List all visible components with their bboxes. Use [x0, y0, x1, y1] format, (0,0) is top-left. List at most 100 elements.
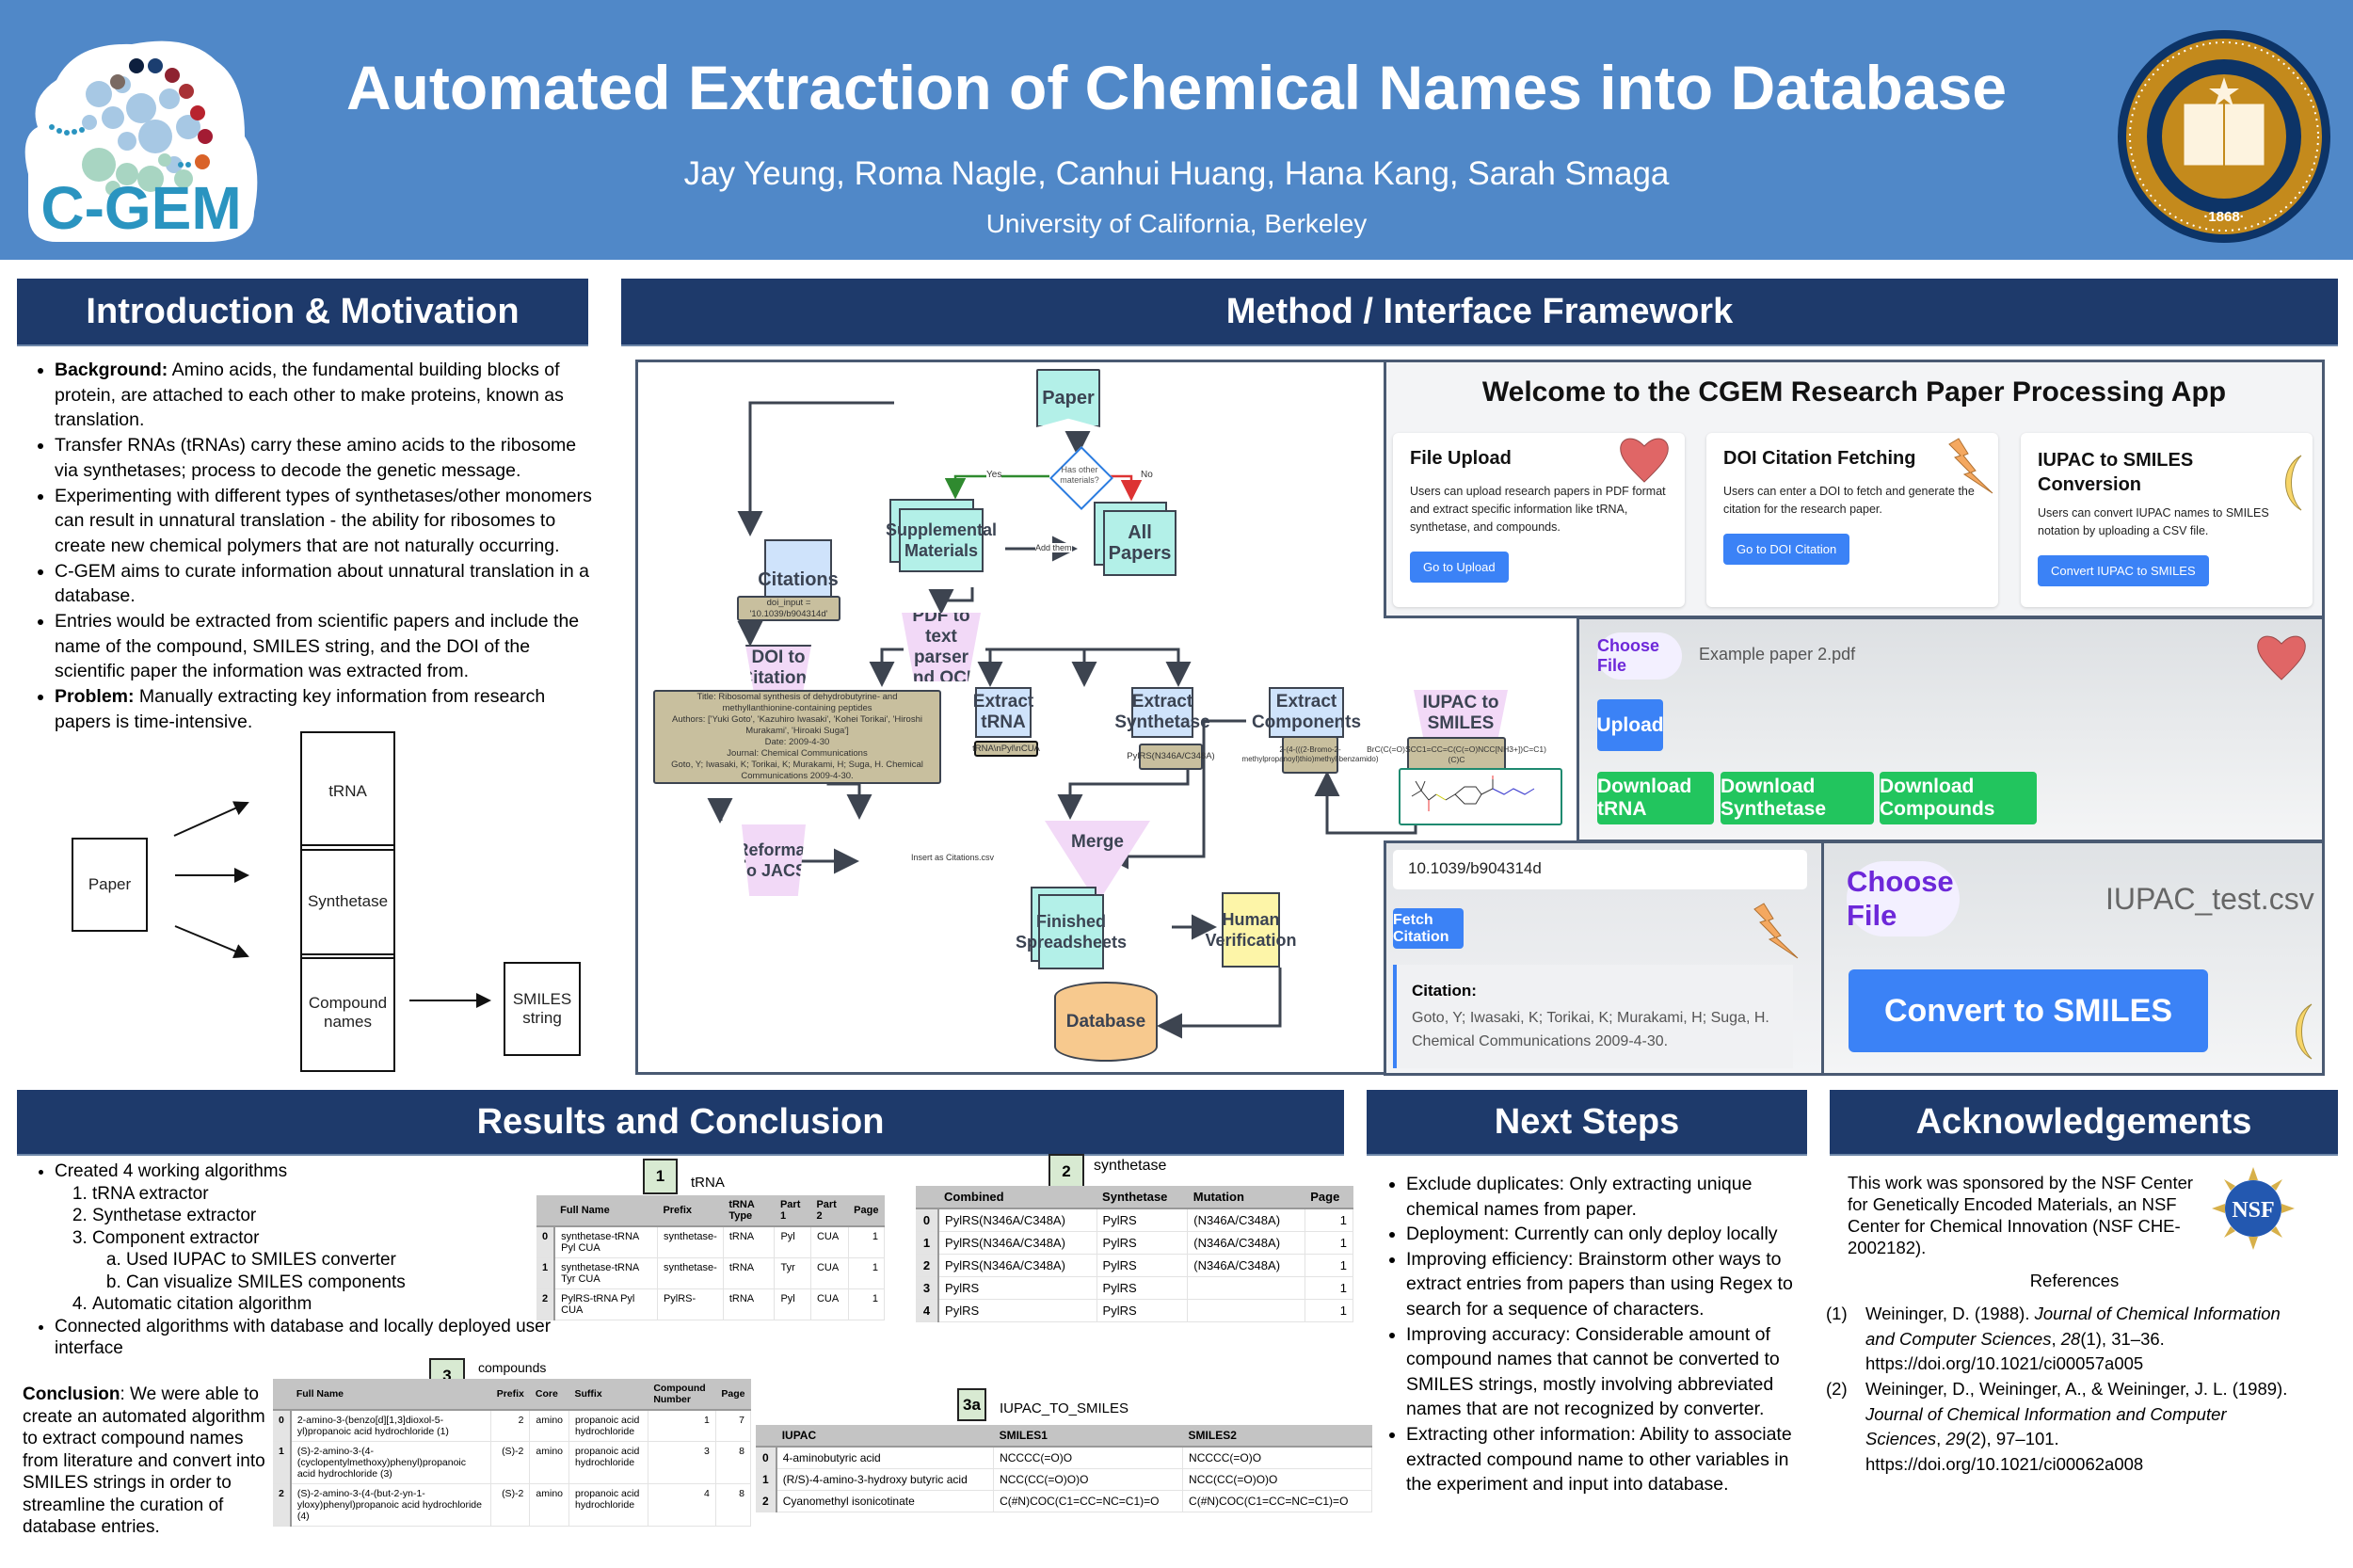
table-cell: (S)-2-amino-3-(4-(but-2-yn-1-yloxy)pheny…	[290, 1483, 492, 1527]
upload-button[interactable]: Upload	[1596, 699, 1664, 751]
reference-2: (2) Weininger, D., Weininger, A., & Wein…	[1826, 1379, 2288, 1474]
table-title-synthetase: synthetase	[1094, 1158, 1167, 1174]
table-row: 0 2-amino-3-(benzo[d][1,3]dioxol-5-yl)pro…	[273, 1410, 752, 1442]
table-cell: Pyl	[774, 1226, 811, 1258]
table-row: 4 PylRS PylRS 1	[916, 1299, 1354, 1322]
trna-output-box: tRNA\nPyl\nCUA	[972, 741, 1040, 757]
selected-csv-name: IUPAC_test.csv	[2105, 882, 2314, 916]
column-header: Page	[715, 1379, 751, 1411]
card-title: IUPAC to SMILES Conversion	[2038, 450, 2194, 495]
button-label: Choose File	[1847, 865, 1954, 932]
button-label: Convert to SMILES	[1883, 992, 2173, 1029]
tag-label: 2	[1062, 1162, 1071, 1180]
algorithm-item: Synthetase extractor	[92, 1205, 553, 1227]
row-index: 0	[756, 1447, 777, 1469]
node-human-verification: Human Verification	[1205, 892, 1297, 968]
table-cell: PylRS	[1096, 1254, 1189, 1277]
go-to-doi-citation-button[interactable]: Go to DOI Citation	[1723, 534, 1850, 565]
results-heading-text: Results and Conclusion	[476, 1101, 885, 1142]
table-cell: 1	[1305, 1299, 1354, 1322]
node-label: Extract Components	[1251, 692, 1362, 732]
table-cell: 7	[715, 1410, 752, 1442]
column-header	[916, 1186, 939, 1209]
doi-input[interactable]: 10.1039/b904314d	[1393, 850, 1807, 889]
card-doi-citation: DOI Citation Fetching Users can enter a …	[1706, 433, 1998, 607]
column-header: SMILES2	[1182, 1425, 1372, 1448]
table-cell: PylRS(N346A/C348A)	[938, 1208, 1097, 1232]
table-cell: PylRS	[938, 1299, 1097, 1322]
results-bullet: Created 4 working algorithms tRNA extrac…	[55, 1160, 553, 1316]
fetch-citation-button[interactable]: Fetch Citation	[1393, 908, 1464, 949]
table-cell: CUA	[810, 1288, 849, 1320]
convert-iupac-button[interactable]: Convert IUPAC to SMILES	[2038, 555, 2209, 586]
card-iupac-smiles: IUPAC to SMILES Conversion Users can con…	[2021, 433, 2313, 607]
table-cell: (S)-2-amino-3-(4-(cyclopentylmethoxy)phe…	[290, 1441, 492, 1484]
reference-number: (2)	[1826, 1379, 1848, 1399]
conclusion-body: : We were able to create an automated al…	[23, 1384, 265, 1537]
node-all-papers: All Papers	[1103, 510, 1176, 576]
button-label: Download Compounds	[1880, 776, 1995, 820]
table-row: 1 synthetase-tRNA Tyr CUA synthetase-tRNA T…	[536, 1257, 886, 1289]
table-cell: 1	[1305, 1254, 1354, 1277]
table-cell: NCCCC(=O)O	[993, 1447, 1184, 1469]
reference-pages: (1), 31–36.	[2080, 1328, 2165, 1349]
table-cell: PylRS	[1096, 1231, 1189, 1255]
table-tag-2: 2	[1048, 1154, 1084, 1190]
reference-doi-link[interactable]: https://doi.org/10.1021/ci00062a008	[1865, 1454, 2143, 1474]
table-cell: synthetase-	[657, 1257, 724, 1289]
row-index: 2	[756, 1490, 777, 1512]
column-header: SMILES1	[993, 1425, 1183, 1448]
choose-csv-button[interactable]: Choose File	[1847, 861, 1960, 936]
card-text: Users can enter a DOI to fetch and gener…	[1723, 485, 1975, 516]
convert-to-smiles-button[interactable]: Convert to SMILES	[1849, 969, 2208, 1052]
yes-label: Yes	[986, 470, 1002, 480]
column-header: Part 1	[774, 1195, 811, 1227]
button-label: Fetch Citation	[1393, 911, 1449, 945]
node-iupac-to-smiles: IUPAC to SMILES	[1414, 690, 1508, 737]
download-synthetase-button[interactable]: Download Synthetase	[1721, 772, 1874, 824]
table-row: 1 (S)-2-amino-3-(4-(cyclopentylmethoxy)ph…	[273, 1441, 752, 1484]
table-cell: 1	[1305, 1208, 1354, 1232]
table-cell: amino	[529, 1483, 570, 1527]
reference-1: (1) Weininger, D. (1988). Journal of Che…	[1826, 1304, 2281, 1373]
column-header: Suffix	[568, 1379, 648, 1411]
citation-text: Goto, Y; Iwasaki, K; Torikai, K; Murakam…	[1412, 1010, 1769, 1049]
node-label: 2-(4-(((2-Bromo-2-methylpropanoyl)thio)m…	[1241, 745, 1379, 763]
table-cell: (N346A/C348A)	[1187, 1208, 1305, 1232]
heart-icon	[1620, 438, 1669, 483]
card-text: Users can convert IUPAC names to SMILES …	[2038, 506, 2269, 537]
column-header: Compound Number	[648, 1379, 716, 1411]
node-label: Finished Spreadsheets	[1015, 912, 1128, 952]
node-extract-components: Extract Components	[1252, 687, 1361, 738]
column-header: Page	[1305, 1186, 1353, 1209]
moon-icon	[2285, 455, 2302, 511]
citation-label: Citation:	[1412, 982, 1477, 1000]
table-cell: PylRS-tRNA Pyl CUA	[554, 1288, 658, 1320]
molecule-structure-image	[1399, 768, 1562, 825]
column-header: Synthetase	[1096, 1186, 1188, 1209]
decision-label: Has other materials?	[1060, 465, 1099, 485]
algorithm-item: Automatic citation algorithm	[92, 1293, 553, 1316]
download-trna-button[interactable]: Download tRNA	[1597, 772, 1714, 824]
lightning-icon	[1753, 903, 1799, 959]
choose-file-button[interactable]: Choose File	[1597, 632, 1682, 680]
table-row: 2 PylRS-tRNA Pyl CUA PylRS-tRNA Pyl CUA 1	[536, 1288, 886, 1320]
lightning-icon	[1948, 438, 1993, 494]
card-file-upload: File Upload Users can upload research pa…	[1393, 433, 1685, 607]
node-label: doi_input = '10.1039/b904314d'	[749, 597, 828, 619]
reference-doi-link[interactable]: https://doi.org/10.1021/ci00057a005	[1865, 1353, 2143, 1373]
table-title-iupac: IUPAC_TO_SMILES	[1000, 1400, 1128, 1416]
column-header: Prefix	[490, 1379, 530, 1411]
svg-text:NSF: NSF	[2232, 1198, 2274, 1223]
go-to-upload-button[interactable]: Go to Upload	[1410, 552, 1509, 583]
add-them-label: Add them	[1035, 543, 1072, 552]
next-step-item: Improving accuracy: Considerable amount …	[1406, 1322, 1818, 1422]
card-title: DOI Citation Fetching	[1723, 448, 1916, 469]
download-compounds-button[interactable]: Download Compounds	[1880, 772, 2037, 824]
table-cell: 2-amino-3-(benzo[d][1,3]dioxol-5-yl)prop…	[290, 1410, 492, 1442]
row-index: 1	[916, 1231, 940, 1255]
node-label: All Papers	[1108, 522, 1172, 564]
table-cell: propanoic acid hydrochloride	[568, 1410, 648, 1442]
welcome-title: Welcome to the CGEM Research Paper Proce…	[1481, 376, 2227, 408]
results-heading: Results and Conclusion	[17, 1090, 1344, 1156]
